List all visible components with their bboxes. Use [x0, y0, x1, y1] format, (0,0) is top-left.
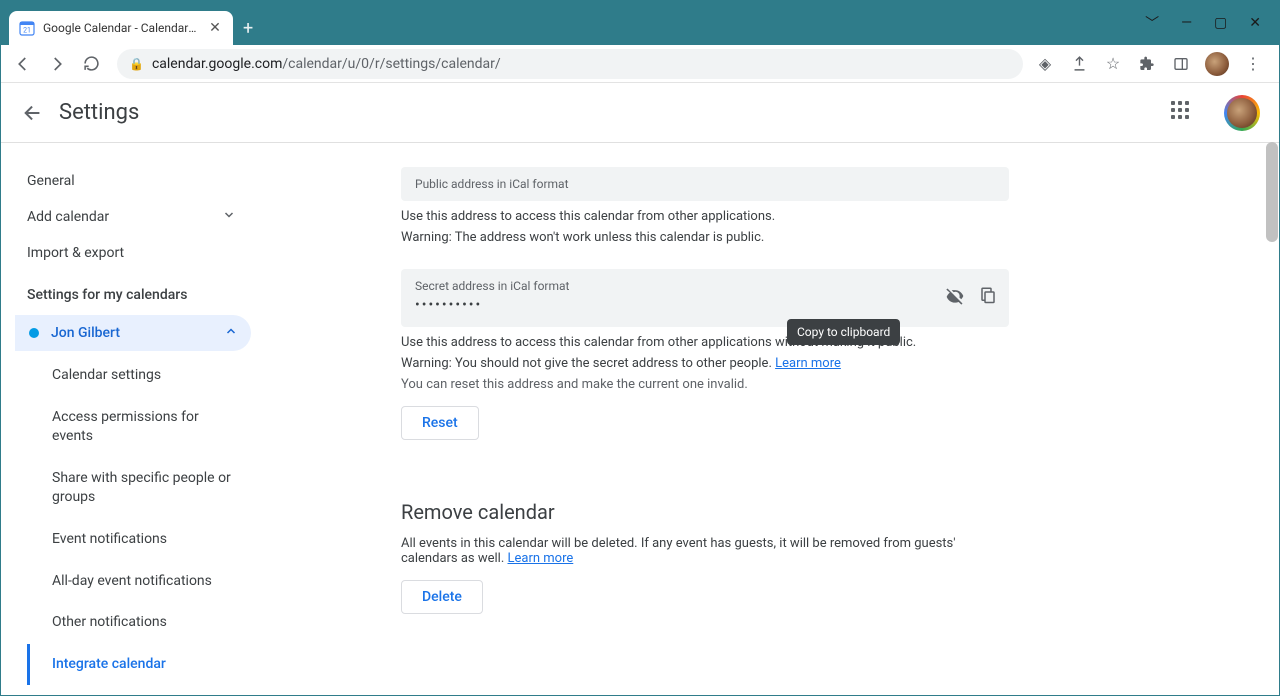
- sidebar-section-heading: Settings for my calendars: [1, 271, 261, 311]
- delete-button[interactable]: Delete: [401, 580, 483, 614]
- profile-avatar-small[interactable]: [1205, 52, 1229, 76]
- window-controls: ﹀ — ▢ ✕: [1145, 1, 1279, 45]
- calendar-favicon: 21: [19, 20, 35, 36]
- remove-calendar-title: Remove calendar: [401, 500, 1239, 524]
- calendar-name-label: Jon Gilbert: [51, 325, 120, 341]
- tab-title: Google Calendar - Calendar setti: [43, 21, 199, 35]
- browser-tab[interactable]: 21 Google Calendar - Calendar setti ✕: [9, 11, 233, 45]
- field-label: Public address in iCal format: [415, 177, 995, 191]
- sidebar-sub-calendar-settings[interactable]: Calendar settings: [30, 355, 261, 397]
- field-label: Secret address in iCal format: [415, 279, 995, 293]
- reset-button[interactable]: Reset: [401, 406, 479, 440]
- chevron-up-icon: [225, 325, 237, 341]
- sidebar-item-label: Add calendar: [27, 209, 109, 225]
- secret-address-value: ••••••••••: [415, 297, 995, 313]
- google-apps-icon[interactable]: [1171, 101, 1195, 125]
- remove-calendar-desc: All events in this calendar will be dele…: [401, 536, 1009, 566]
- chrome-menu-icon[interactable]: ⋮: [1243, 54, 1263, 74]
- public-address-hint-2: Warning: The address won't work unless t…: [401, 230, 1009, 245]
- chevron-down-icon[interactable]: ﹀: [1145, 13, 1159, 33]
- extensions-puzzle-icon[interactable]: [1137, 54, 1157, 74]
- settings-back-icon[interactable]: [21, 101, 45, 125]
- secret-hint-1: Use this address to access this calendar…: [401, 335, 1009, 350]
- settings-sidebar: General Add calendar Import & export Set…: [1, 143, 261, 695]
- app-header: Settings: [1, 83, 1279, 143]
- chevron-down-icon: [223, 209, 235, 225]
- maximize-icon[interactable]: ▢: [1214, 15, 1227, 31]
- reload-icon[interactable]: [77, 50, 105, 78]
- browser-titlebar: 21 Google Calendar - Calendar setti ✕ + …: [1, 1, 1279, 45]
- sidebar-sub-integrate-calendar[interactable]: Integrate calendar: [27, 644, 261, 686]
- share-icon[interactable]: [1069, 54, 1089, 74]
- sidepanel-icon[interactable]: [1171, 54, 1191, 74]
- address-bar[interactable]: 🔒 calendar.google.com/calendar/u/0/r/set…: [117, 49, 1023, 79]
- sidebar-item-import-export[interactable]: Import & export: [1, 235, 261, 271]
- main-content: Public address in iCal format Use this a…: [261, 143, 1279, 695]
- learn-more-link[interactable]: Learn more: [508, 551, 574, 566]
- visibility-off-icon[interactable]: [945, 286, 965, 310]
- secret-hint-3: You can reset this address and make the …: [401, 377, 1009, 392]
- sidebar-sub-share[interactable]: Share with specific people or groups: [30, 458, 261, 519]
- bookmark-icon[interactable]: ☆: [1103, 54, 1123, 74]
- public-address-hint-1: Use this address to access this calendar…: [401, 209, 1009, 224]
- back-icon[interactable]: [9, 50, 37, 78]
- public-address-field[interactable]: Public address in iCal format: [401, 167, 1009, 201]
- close-tab-icon[interactable]: ✕: [207, 20, 223, 36]
- hint-text: Warning: You should not give the secret …: [401, 356, 775, 371]
- sidebar-calendar-selected[interactable]: Jon Gilbert: [15, 315, 251, 351]
- minimize-icon[interactable]: —: [1181, 15, 1192, 31]
- url-domain: calendar.google.com: [152, 56, 282, 72]
- sidebar-sub-event-notifications[interactable]: Event notifications: [30, 519, 261, 561]
- sidebar-sub-other-notifications[interactable]: Other notifications: [30, 602, 261, 644]
- close-window-icon[interactable]: ✕: [1249, 15, 1261, 31]
- svg-text:21: 21: [23, 27, 31, 35]
- scrollbar-thumb[interactable]: [1266, 142, 1278, 242]
- hint-text: All events in this calendar will be dele…: [401, 536, 956, 566]
- sidebar-sub-access-permissions[interactable]: Access permissions for events: [30, 397, 261, 458]
- learn-more-link[interactable]: Learn more: [775, 356, 841, 371]
- secret-address-field[interactable]: Secret address in iCal format ••••••••••: [401, 269, 1009, 327]
- forward-icon[interactable]: [43, 50, 71, 78]
- url-path: /calendar/u/0/r/settings/calendar/: [282, 56, 500, 72]
- new-tab-button[interactable]: +: [243, 11, 253, 45]
- sidebar-item-add-calendar[interactable]: Add calendar: [1, 199, 261, 235]
- secret-hint-2: Warning: You should not give the secret …: [401, 356, 1009, 371]
- sidebar-item-general[interactable]: General: [1, 163, 261, 199]
- account-avatar[interactable]: [1225, 96, 1259, 130]
- browser-toolbar: 🔒 calendar.google.com/calendar/u/0/r/set…: [1, 45, 1279, 83]
- copy-icon[interactable]: [979, 286, 997, 310]
- sidebar-sub-allday-notifications[interactable]: All-day event notifications: [30, 561, 261, 603]
- copy-tooltip: Copy to clipboard: [787, 319, 900, 345]
- lock-icon: 🔒: [129, 57, 144, 71]
- extension-icon[interactable]: ◈: [1035, 54, 1055, 74]
- calendar-color-dot: [29, 328, 39, 338]
- page-title: Settings: [59, 100, 139, 125]
